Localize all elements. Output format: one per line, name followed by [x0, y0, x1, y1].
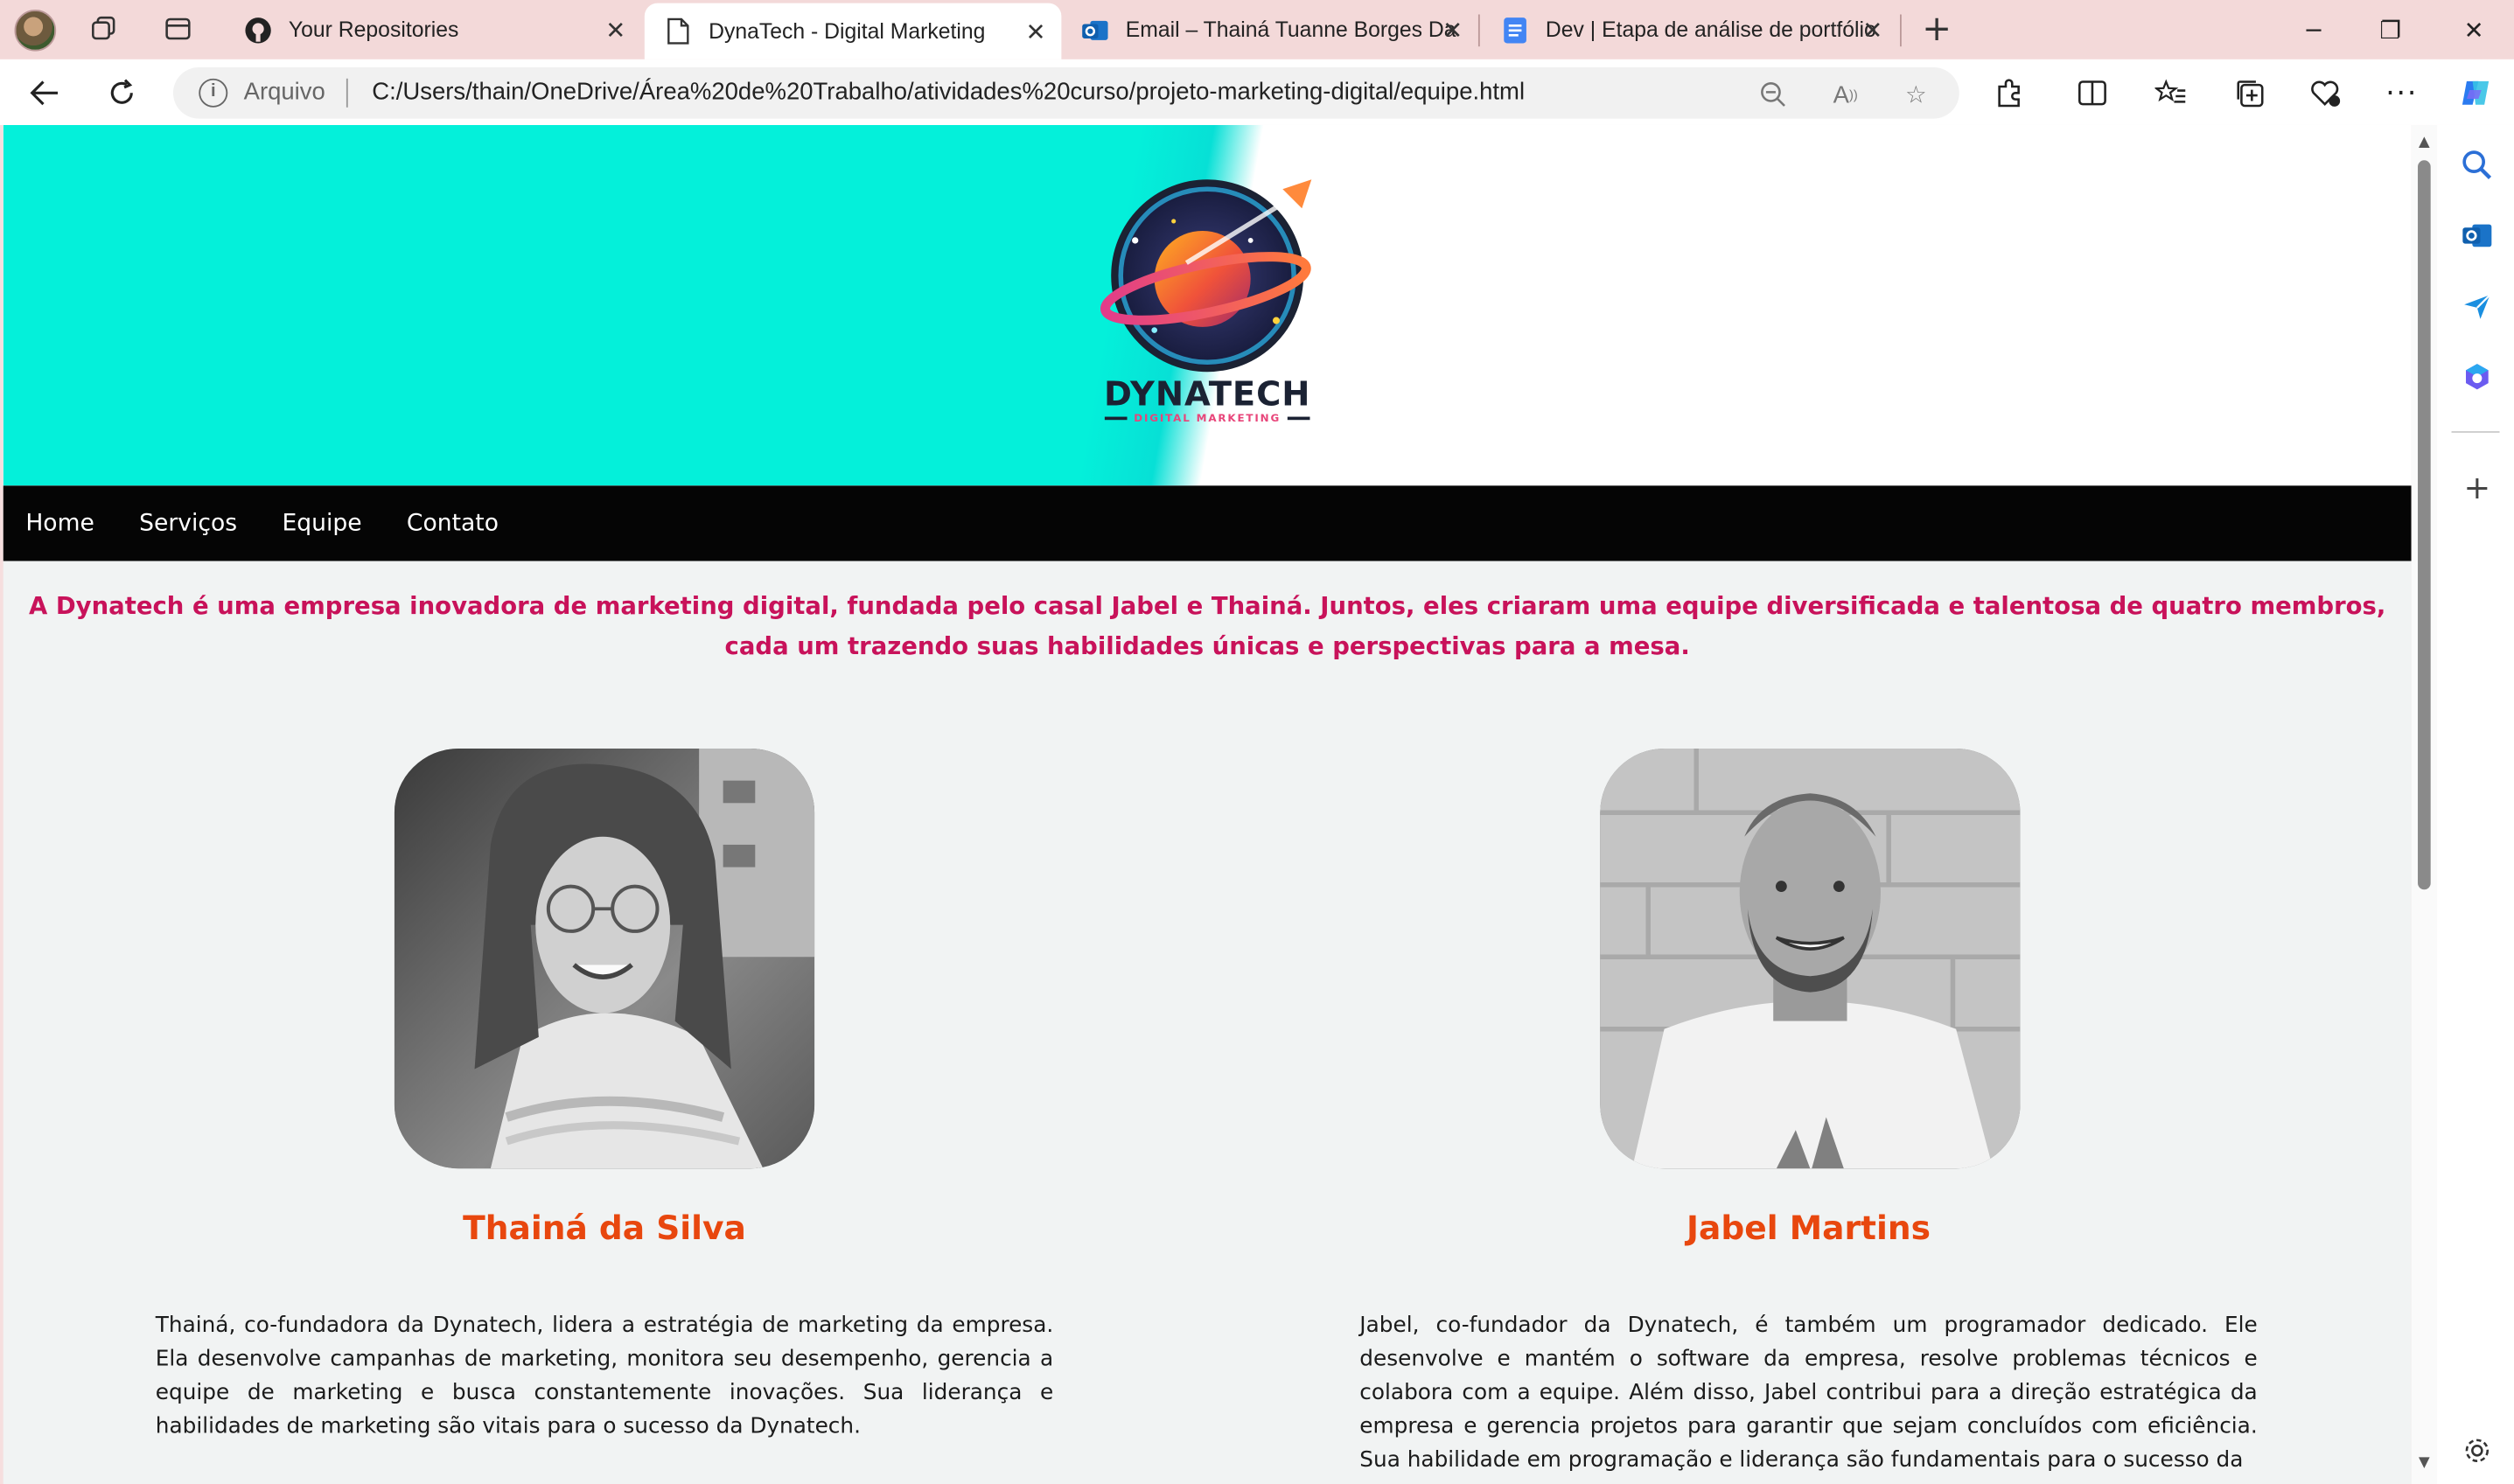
- github-icon: [244, 15, 273, 44]
- back-icon[interactable]: [24, 72, 66, 114]
- page-icon: [664, 17, 693, 45]
- tab-actions-icon[interactable]: [160, 11, 195, 46]
- add-sidebar-app-icon[interactable]: +: [2460, 468, 2495, 506]
- scroll-down-icon[interactable]: ▼: [2416, 1455, 2432, 1471]
- logo-wordmark: DYNATECH: [1103, 374, 1311, 414]
- sidebar-divider: [2451, 431, 2500, 433]
- restore-icon[interactable]: ❐: [2354, 0, 2427, 59]
- outlook-icon[interactable]: [2460, 218, 2495, 253]
- dynatech-logo[interactable]: DYNATECH DIGITAL MARKETING: [1090, 177, 1324, 481]
- member-photo-thaina: [394, 748, 815, 1169]
- send-icon[interactable]: [2460, 289, 2495, 324]
- scroll-up-icon[interactable]: ▲: [2416, 135, 2432, 150]
- tab-email[interactable]: Email – Thainá Tuanne Borges Da ✕: [1061, 0, 1478, 59]
- extensions-icon[interactable]: [1991, 75, 2026, 110]
- close-tab-icon[interactable]: ✕: [1023, 18, 1048, 45]
- tab-strip: Your Repositories ✕ DynaTech - Digital M…: [0, 0, 2514, 59]
- page-viewport: DYNATECH DIGITAL MARKETING Home Serviços…: [3, 124, 2412, 1484]
- outlook-icon: [1080, 15, 1109, 44]
- close-tab-icon[interactable]: ✕: [1440, 17, 1465, 44]
- browser-essentials-icon[interactable]: [2308, 75, 2343, 110]
- docs-icon: [1501, 15, 1530, 44]
- address-scheme: Arquivo: [243, 78, 325, 106]
- nav-link-equipe[interactable]: Equipe: [282, 511, 361, 536]
- tab-dev-etapa[interactable]: Dev | Etapa de análise de portfólio ✕: [1482, 0, 1899, 59]
- minimize-icon[interactable]: ─: [2277, 0, 2350, 59]
- tab-title: Your Repositories: [288, 17, 459, 42]
- team-intro: A Dynatech é uma empresa inovadora de ma…: [28, 591, 2386, 661]
- address-url[interactable]: C:/Users/thain/OneDrive/Área%20de%20Trab…: [372, 79, 1525, 106]
- copilot-icon[interactable]: [2458, 75, 2493, 110]
- tab-separator: [1899, 14, 1902, 47]
- tab-title: Dev | Etapa de análise de portfólio: [1545, 17, 1876, 42]
- profile-avatar[interactable]: [14, 9, 57, 52]
- tab-dynatech[interactable]: DynaTech - Digital Marketing ✕: [644, 3, 1062, 59]
- scrollbar-thumb[interactable]: [2418, 160, 2431, 890]
- nav-link-home[interactable]: Home: [25, 511, 94, 536]
- browser-window: Your Repositories ✕ DynaTech - Digital M…: [0, 0, 2514, 1484]
- logo-tagline: DIGITAL MARKETING: [1090, 412, 1324, 425]
- workspaces-icon[interactable]: [87, 11, 122, 46]
- page-scrollbar[interactable]: ▲ ▼: [2411, 124, 2438, 1484]
- site-header: DYNATECH DIGITAL MARKETING: [3, 124, 2412, 486]
- refresh-icon[interactable]: [101, 72, 143, 114]
- edge-sidebar: +: [2437, 124, 2514, 1484]
- tab-separator: [1477, 14, 1480, 47]
- microsoft365-icon[interactable]: [2460, 359, 2495, 394]
- tab-title: DynaTech - Digital Marketing: [709, 18, 986, 44]
- planet-logo-icon: [1100, 179, 1312, 373]
- favorites-icon[interactable]: [2154, 75, 2189, 110]
- settings-gear-icon[interactable]: [2460, 1433, 2495, 1468]
- site-nav: Home Serviços Equipe Contato: [3, 485, 2412, 561]
- new-tab-icon[interactable]: +: [1919, 9, 1954, 49]
- member-name: Thainá da Silva: [463, 1209, 746, 1248]
- address-bar[interactable]: i Arquivo C:/Users/thain/OneDrive/Área%2…: [172, 66, 1959, 119]
- nav-link-servicos[interactable]: Serviços: [139, 511, 237, 536]
- info-icon[interactable]: i: [199, 78, 228, 108]
- member-bio: Jabel, co-fundador da Dynatech, é também…: [1359, 1313, 2258, 1474]
- tab-your-repositories[interactable]: Your Repositories ✕: [225, 0, 642, 59]
- tab-title: Email – Thainá Tuanne Borges Da: [1125, 17, 1456, 42]
- more-options-icon[interactable]: ···: [2385, 75, 2420, 110]
- zoom-out-icon[interactable]: [1757, 79, 1790, 111]
- search-icon[interactable]: [2460, 148, 2495, 183]
- member-photo-jabel: [1600, 748, 2021, 1169]
- browser-toolbar: i Arquivo C:/Users/thain/OneDrive/Área%2…: [0, 59, 2514, 125]
- favorite-star-icon[interactable]: ☆: [1900, 79, 1932, 111]
- member-bio: Thainá, co-fundadora da Dynatech, lidera…: [155, 1313, 1054, 1439]
- read-aloud-icon[interactable]: A)): [1829, 79, 1861, 111]
- address-divider: [346, 78, 348, 108]
- nav-link-contato[interactable]: Contato: [407, 511, 499, 536]
- split-screen-icon[interactable]: [2075, 75, 2110, 110]
- close-tab-icon[interactable]: ✕: [1860, 17, 1885, 44]
- member-name: Jabel Martins: [1686, 1209, 1931, 1248]
- collections-icon[interactable]: [2231, 75, 2266, 110]
- close-window-icon[interactable]: ✕: [2437, 0, 2511, 59]
- close-tab-icon[interactable]: ✕: [603, 17, 628, 44]
